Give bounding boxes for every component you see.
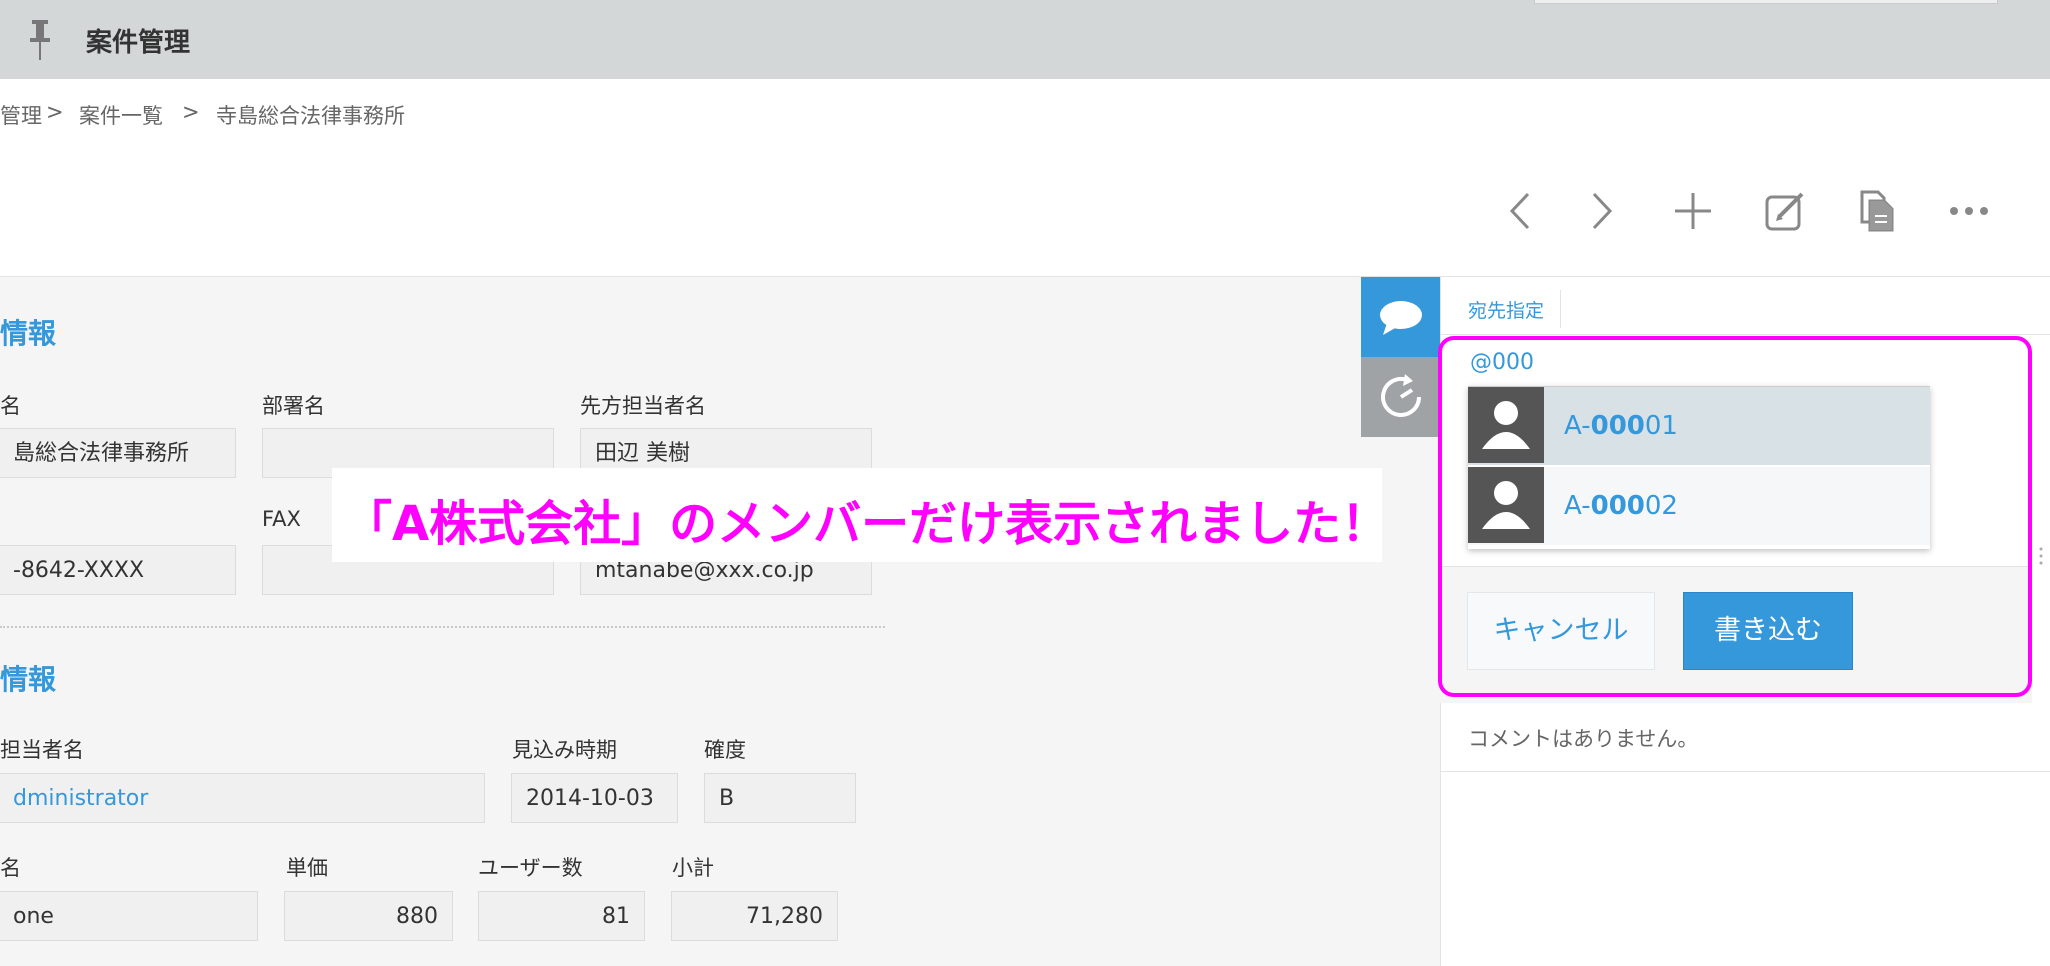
mention-tab[interactable]: 宛先指定 — [1468, 296, 1544, 323]
empty-comments-message: コメントはありません。 — [1468, 727, 1699, 751]
field-label: ユーザー数 — [478, 856, 583, 880]
chevron-right-icon[interactable] — [1578, 188, 1624, 234]
field-label: 担当者名 — [0, 738, 84, 762]
user-count-field: 81 — [478, 891, 645, 941]
pencil-square-icon[interactable] — [1762, 188, 1808, 234]
annotation-text: 「A株式会社」のメンバーだけ表示されました！ — [344, 496, 1390, 552]
breadcrumb-app[interactable]: 管理 — [0, 100, 42, 130]
record-form — [0, 277, 1440, 966]
subtotal-field: 71,280 — [671, 891, 838, 941]
product-field: one — [0, 891, 258, 941]
pin-icon[interactable] — [30, 20, 50, 60]
field-label: 確度 — [704, 738, 746, 762]
field-label: 先方担当者名 — [580, 394, 706, 418]
tab-divider — [1560, 290, 1561, 328]
search-input[interactable] — [1534, 0, 1998, 4]
breadcrumb-separator: > — [46, 100, 64, 124]
app-title: 案件管理 — [86, 28, 191, 58]
breadcrumb-current: 寺島総合法律事務所 — [216, 104, 405, 128]
field-label: 名 — [0, 856, 21, 880]
chevron-left-icon[interactable] — [1500, 188, 1546, 234]
breadcrumb-list[interactable]: 案件一覧 — [79, 100, 163, 130]
more-dots-icon[interactable] — [1946, 188, 1992, 234]
forecast-date-field: 2014-10-03 — [511, 773, 678, 823]
speech-bubble-icon — [1380, 301, 1422, 335]
history-clock-icon — [1381, 374, 1421, 417]
comment-divider — [1440, 771, 2050, 772]
field-label: 単価 — [286, 856, 328, 880]
highlight-frame — [1438, 336, 2032, 697]
section-title: 情報 — [0, 317, 57, 350]
company-field: 島総合法律事務所 — [0, 428, 236, 478]
owner-field[interactable]: dministrator — [0, 773, 485, 823]
unit-price-field: 880 — [284, 891, 453, 941]
field-label: 小計 — [672, 856, 714, 880]
history-tab[interactable] — [1361, 357, 1440, 437]
field-label: 名 — [0, 394, 21, 418]
document-copy-icon[interactable] — [1854, 188, 1900, 234]
field-label: 部署名 — [262, 394, 325, 418]
breadcrumb-separator: > — [182, 100, 200, 124]
comments-tab[interactable] — [1361, 277, 1440, 357]
phone-field: -8642-XXXX — [0, 545, 236, 595]
certainty-field: B — [704, 773, 856, 823]
section-divider — [0, 626, 885, 628]
app-header: 案件管理 — [0, 0, 2050, 79]
section-title: 情報 — [0, 663, 57, 696]
resize-handle-icon[interactable] — [2036, 545, 2046, 567]
field-label: FAX — [262, 507, 301, 531]
plus-icon[interactable] — [1670, 188, 1716, 234]
field-label: 見込み時期 — [512, 738, 617, 762]
annotation-callout: 「A株式会社」のメンバーだけ表示されました！ — [332, 468, 1389, 562]
